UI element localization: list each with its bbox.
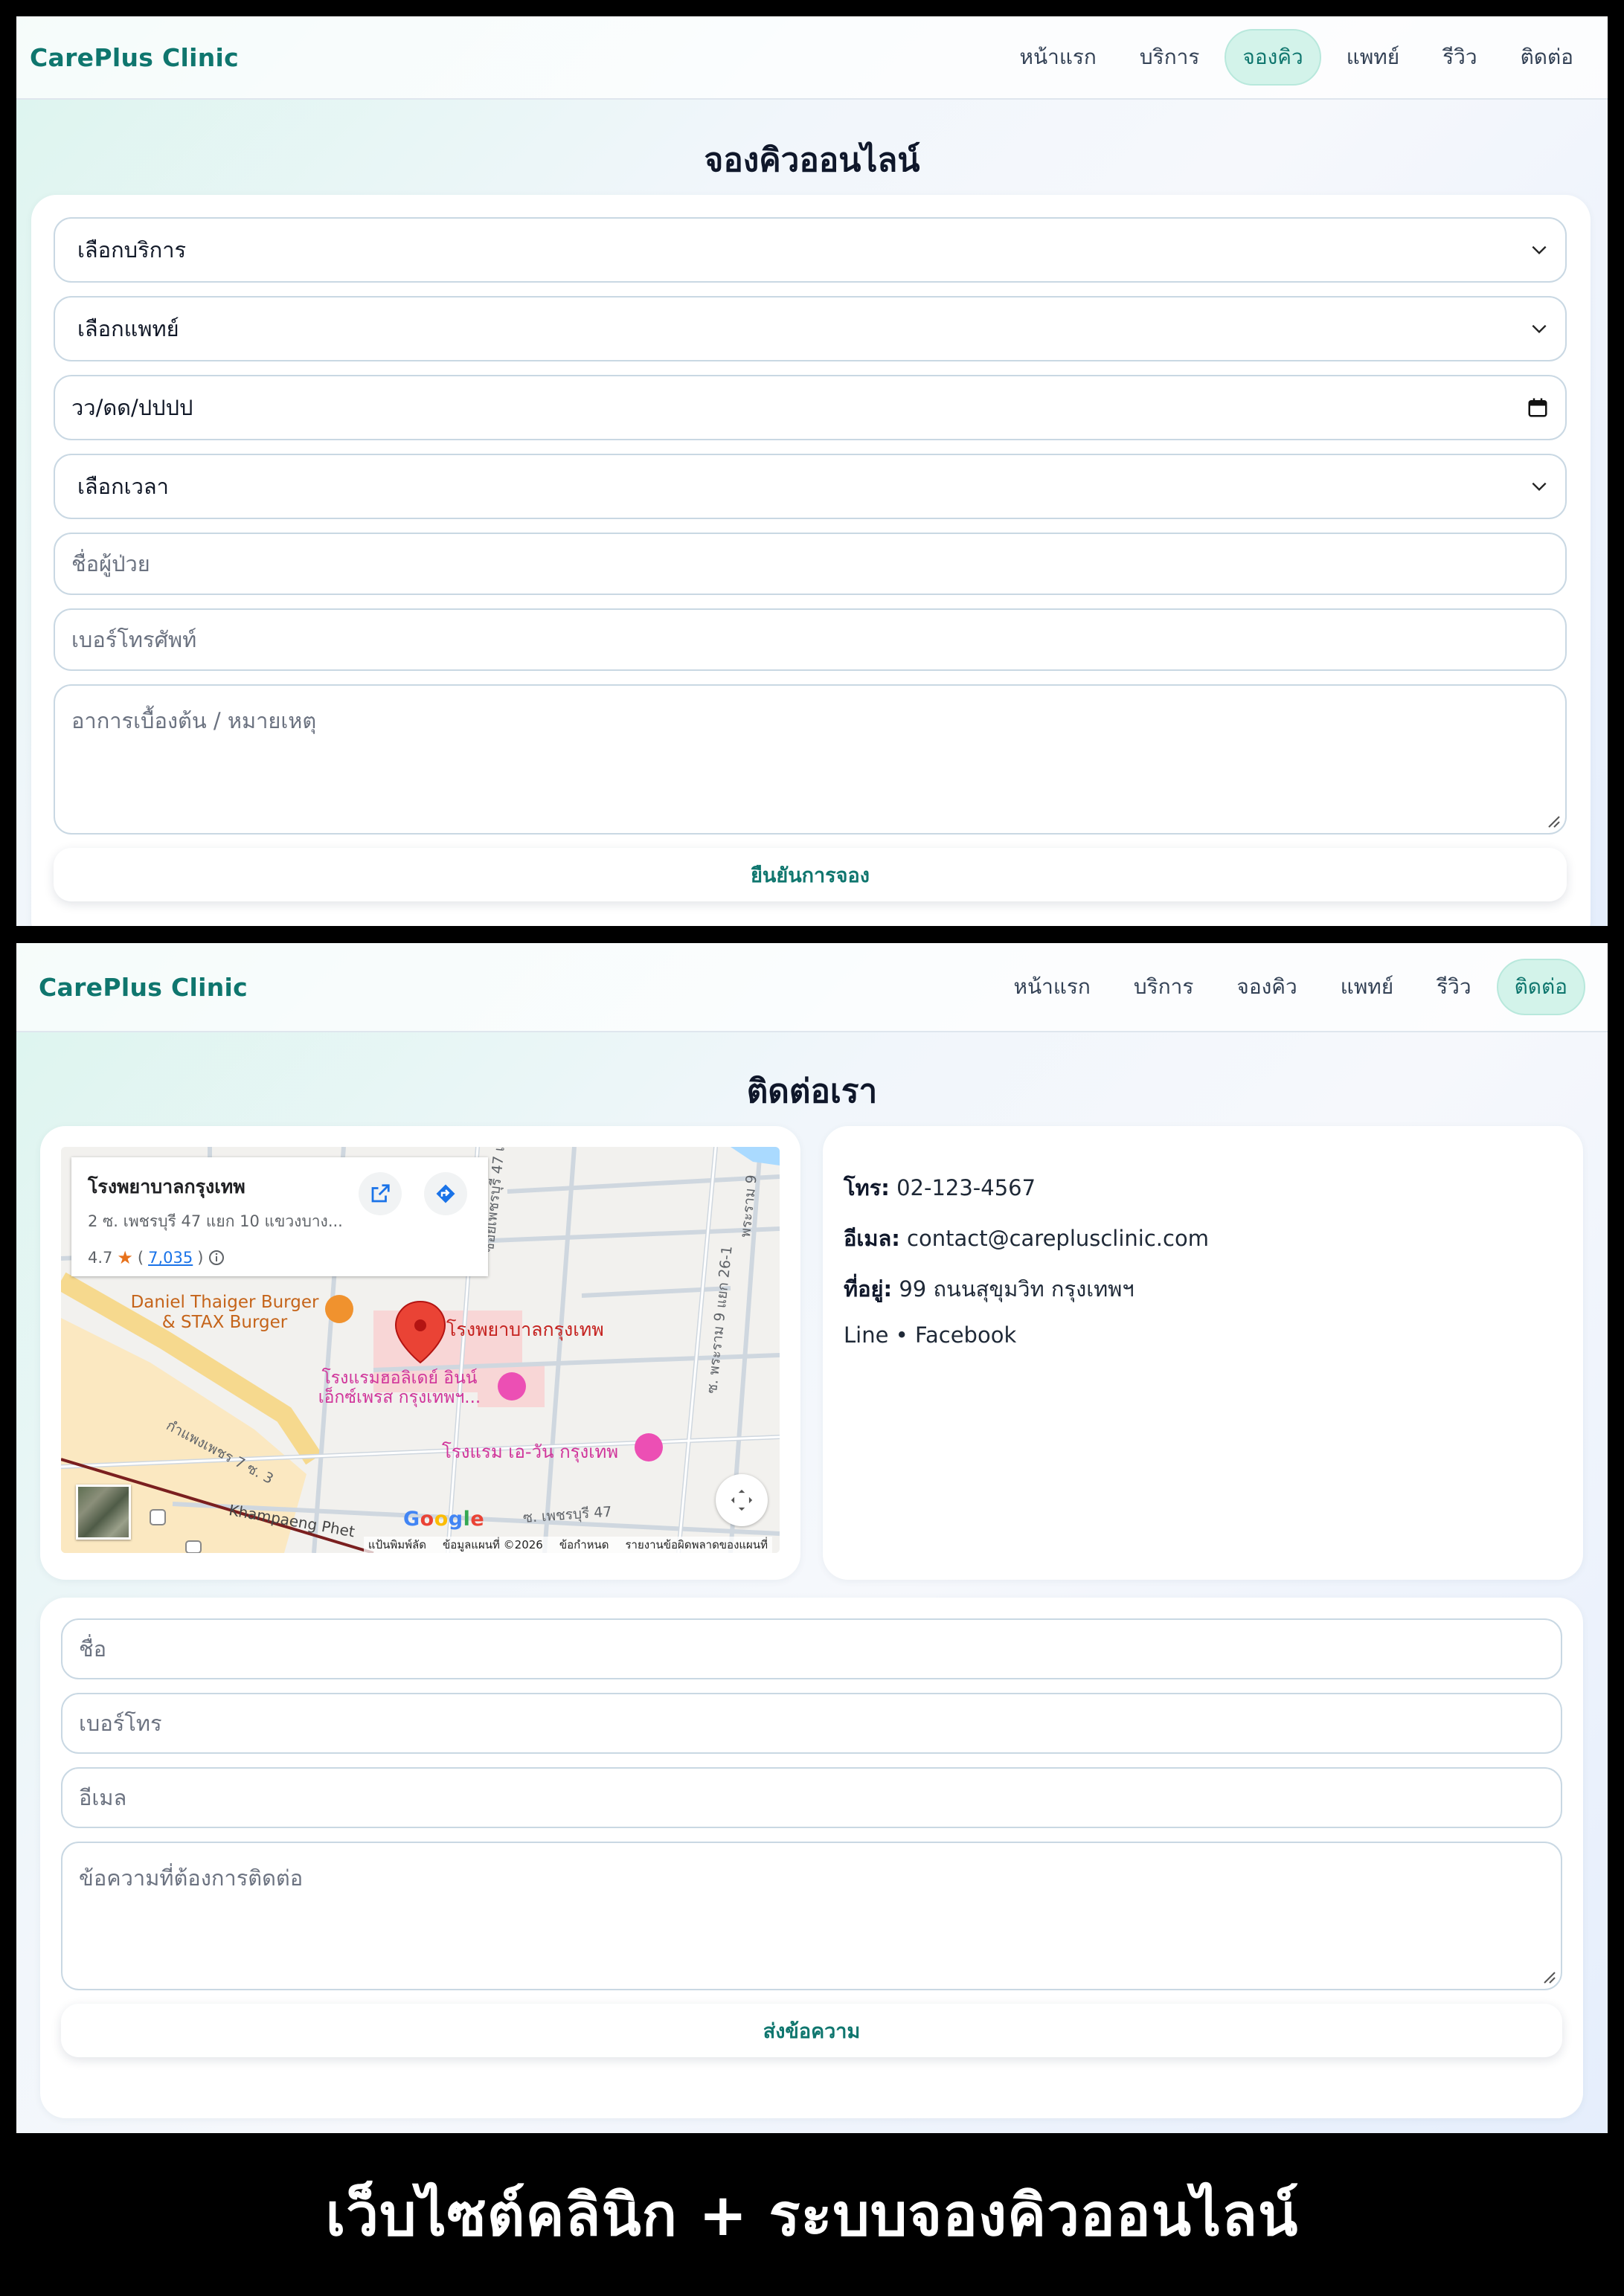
- external-link-icon: [371, 1184, 390, 1203]
- terms-link[interactable]: ข้อกำหนด: [559, 1536, 609, 1553]
- main-nav: หน้าแรก บริการ จองคิว แพทย์ รีวิว ติดต่อ: [1002, 29, 1591, 86]
- promo-caption: เว็บไซต์คลินิก + ระบบจองคิวออนไลน์: [325, 2181, 1299, 2249]
- service-select[interactable]: เลือกบริการ: [54, 217, 1567, 283]
- top-navbar: CarePlus Clinic หน้าแรก บริการ จองคิว แพ…: [16, 943, 1608, 1032]
- main-nav: หน้าแรก บริการ จองคิว แพทย์ รีวิว ติดต่อ: [996, 959, 1585, 1015]
- poi-hotel-2-label[interactable]: โรงแรม เอ-วัน กรุงเทพ: [442, 1437, 618, 1466]
- contact-title: ติดต่อเรา: [746, 1073, 878, 1110]
- address-label: ที่อยู่:: [844, 1276, 893, 1302]
- open-in-maps-button[interactable]: [359, 1172, 402, 1215]
- email-value[interactable]: contact@careplusclinic.com: [907, 1226, 1209, 1251]
- place-info-card: โรงพยาบาลกรุงเทพ 2 ซ. เพชรบุรี 47 แยก 10…: [71, 1157, 488, 1276]
- contact-email: อีเมล: contact@careplusclinic.com: [844, 1221, 1209, 1255]
- phone-input[interactable]: เบอร์โทรศัพท์: [54, 608, 1567, 671]
- nav-item-doctors[interactable]: แพทย์: [1329, 29, 1417, 86]
- contact-phone-input[interactable]: เบอร์โทร: [61, 1693, 1562, 1754]
- nav-item-reviews[interactable]: รีวิว: [1425, 29, 1495, 86]
- contact-phone: โทร: 02-123-4567: [844, 1171, 1036, 1205]
- move-arrows-icon: [731, 1489, 753, 1511]
- place-address: 2 ซ. เพชรบุรี 47 แยก 10 แขวงบาง...: [88, 1212, 343, 1230]
- poi-restaurant-label[interactable]: Daniel Thaiger Burger & STAX Burger: [128, 1293, 321, 1333]
- nav-item-home[interactable]: หน้าแรก: [1002, 29, 1114, 86]
- nav-item-services[interactable]: บริการ: [1116, 959, 1212, 1015]
- directions-icon: [436, 1184, 455, 1203]
- send-message-button[interactable]: ส่งข้อความ: [61, 2004, 1562, 2057]
- confirm-booking-button[interactable]: ยืนยันการจอง: [54, 848, 1567, 901]
- name-input[interactable]: ชื่อ: [61, 1618, 1562, 1679]
- doctor-select[interactable]: เลือกแพทย์: [54, 296, 1567, 361]
- nav-item-contact[interactable]: ติดต่อ: [1496, 959, 1585, 1015]
- time-select-value: เลือกเวลา: [77, 474, 169, 499]
- symptoms-placeholder: อาการเบื้องต้น / หมายเหตุ: [71, 708, 317, 733]
- date-input[interactable]: วว/ดด/ปปปป: [54, 375, 1567, 440]
- patient-name-input[interactable]: ชื่อผู้ป่วย: [54, 533, 1567, 595]
- nav-item-services[interactable]: บริการ: [1122, 29, 1218, 86]
- rating-value: 4.7: [88, 1249, 113, 1267]
- keyboard-shortcuts-link[interactable]: แป้นพิมพ์ลัด: [368, 1536, 426, 1553]
- brand-logo[interactable]: CarePlus Clinic: [39, 973, 248, 1002]
- booking-page-panel: CarePlus Clinic หน้าแรก บริการ จองคิว แพ…: [16, 16, 1608, 926]
- resize-handle-icon[interactable]: [1544, 812, 1561, 829]
- social-links[interactable]: Line • Facebook: [844, 1322, 1016, 1348]
- phone-label: โทร:: [844, 1175, 890, 1200]
- chevron-down-icon: [1532, 482, 1547, 492]
- star-icon: ★: [117, 1247, 133, 1268]
- symptoms-textarea[interactable]: อาการเบื้องต้น / หมายเหตุ: [54, 684, 1567, 835]
- info-icon[interactable]: [208, 1249, 225, 1267]
- nav-item-booking[interactable]: จองคิว: [1225, 29, 1321, 86]
- poi-hotel-1-label[interactable]: โรงแรมฮอลิเดย์ อินน์ เอ็กซ์เพรส กรุงเทพฯ…: [314, 1369, 485, 1407]
- booking-title: จองคิวออนไลน์: [704, 141, 920, 179]
- message-textarea[interactable]: ข้อความที่ต้องการติดต่อ: [61, 1842, 1562, 1990]
- nav-item-home[interactable]: หน้าแรก: [996, 959, 1108, 1015]
- doctor-select-value: เลือกแพทย์: [77, 316, 179, 341]
- nav-item-reviews[interactable]: รีวิว: [1419, 959, 1489, 1015]
- calendar-icon[interactable]: [1527, 396, 1549, 419]
- time-select[interactable]: เลือกเวลา: [54, 454, 1567, 519]
- place-rating: 4.7 ★ (7,035): [88, 1247, 472, 1268]
- date-input-value: วว/ดด/ปปปป: [71, 395, 193, 420]
- booking-form-card: เลือกบริการ เลือกแพทย์ วว/ดด/ปปปป เลือกเ…: [31, 195, 1591, 926]
- email-input[interactable]: อีเมล: [61, 1767, 1562, 1828]
- address-value: 99 ถนนสุขุมวิท กรุงเทพฯ: [899, 1276, 1134, 1302]
- email-label: อีเมล:: [844, 1226, 900, 1251]
- contact-address: ที่อยู่: 99 ถนนสุขุมวิท กรุงเทพฯ: [844, 1272, 1134, 1306]
- contact-info-card: โทร: 02-123-4567 อีเมล: contact@careplus…: [823, 1126, 1583, 1580]
- nav-item-booking[interactable]: จองคิว: [1219, 959, 1315, 1015]
- map-data-label: ข้อมูลแผนที่ ©2026: [442, 1538, 543, 1551]
- chevron-down-icon: [1532, 245, 1547, 255]
- directions-button[interactable]: [424, 1172, 467, 1215]
- place-name: โรงพยาบาลกรุงเทพ: [88, 1176, 245, 1197]
- embedded-map[interactable]: Daniel Thaiger Burger & STAX Burger โรงพ…: [61, 1147, 780, 1553]
- map-attribution-bar: แป้นพิมพ์ลัด ข้อมูลแผนที่ ©2026 ข้อกำหนด…: [363, 1536, 772, 1553]
- poi-hospital-label[interactable]: โรงพยาบาลกรุงเทพ: [446, 1315, 604, 1345]
- message-placeholder: ข้อความที่ต้องการติดต่อ: [79, 1865, 304, 1891]
- phone-value[interactable]: 02-123-4567: [896, 1175, 1036, 1200]
- resize-handle-icon[interactable]: [1540, 1968, 1556, 1984]
- reviews-link[interactable]: 7,035: [148, 1249, 193, 1267]
- contact-page-panel: CarePlus Clinic หน้าแรก บริการ จองคิว แพ…: [16, 943, 1608, 2133]
- nav-item-doctors[interactable]: แพทย์: [1323, 959, 1411, 1015]
- contact-form-card: ชื่อ เบอร์โทร อีเมล ข้อความที่ต้องการติด…: [40, 1598, 1583, 2118]
- map-card: Daniel Thaiger Burger & STAX Burger โรงพ…: [40, 1126, 800, 1580]
- chevron-down-icon: [1532, 324, 1547, 334]
- report-error-link[interactable]: รายงานข้อผิดพลาดของแผนที่: [626, 1536, 768, 1553]
- nav-item-contact[interactable]: ติดต่อ: [1503, 29, 1591, 86]
- top-navbar: CarePlus Clinic หน้าแรก บริการ จองคิว แพ…: [16, 16, 1608, 100]
- service-select-value: เลือกบริการ: [77, 237, 187, 263]
- map-fullscreen-button[interactable]: [716, 1474, 768, 1526]
- satellite-toggle-thumbnail[interactable]: [76, 1485, 131, 1540]
- brand-logo[interactable]: CarePlus Clinic: [30, 43, 239, 72]
- google-logo: Google: [403, 1508, 485, 1531]
